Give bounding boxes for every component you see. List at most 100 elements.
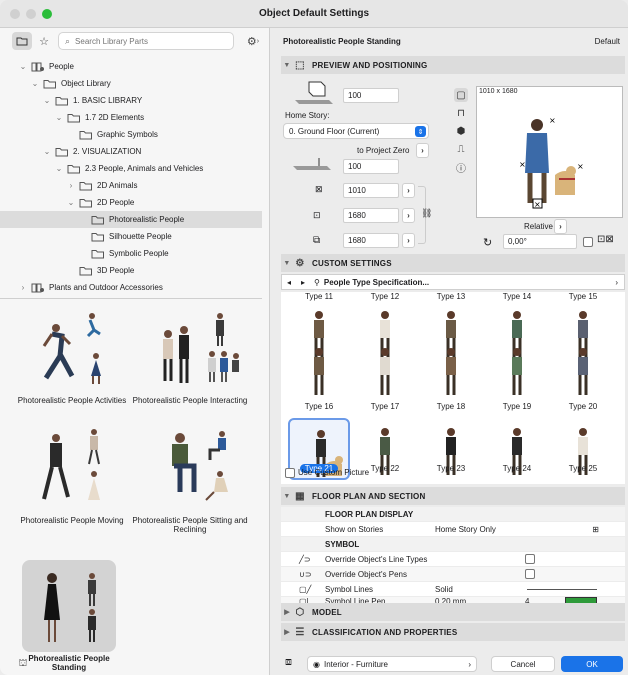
chevron-down-icon[interactable]: ⌄: [54, 113, 64, 122]
mirror-checkbox[interactable]: [583, 237, 593, 247]
tree-item[interactable]: 3D People: [0, 262, 262, 279]
offset-field[interactable]: 100: [343, 159, 399, 174]
relative-button[interactable]: ›: [554, 219, 567, 234]
eye-icon: ◉: [313, 659, 320, 669]
show-on-stories-row[interactable]: Show on Stories Home Story Only ⊞: [281, 522, 625, 536]
section-preview-positioning[interactable]: ▼ ⬚ PREVIEW AND POSITIONING: [281, 56, 625, 74]
tree-item[interactable]: ⌄ People: [0, 58, 262, 75]
chevron-down-icon[interactable]: ⌄: [54, 164, 64, 173]
people-type-cell[interactable]: [353, 348, 417, 400]
height-icon: ⧉: [313, 235, 321, 246]
offset-diagram-icon: [293, 158, 331, 170]
section-floor-plan[interactable]: ▼ ▦ FLOOR PLAN AND SECTION: [281, 487, 625, 505]
home-story-select[interactable]: 0. Ground Floor (Current) ⇕: [283, 123, 429, 139]
custom-settings-icon: ⚙: [295, 257, 305, 269]
tree-item[interactable]: Graphic Symbols: [0, 126, 262, 143]
width-icon: ⊠: [315, 184, 323, 194]
angle-field[interactable]: 0,00°: [503, 234, 577, 249]
load-library-button[interactable]: ⛫: [12, 655, 34, 673]
people-type-cell[interactable]: [485, 348, 549, 400]
view-2d-icon[interactable]: ▢: [454, 88, 468, 102]
chevron-right-icon[interactable]: ›: [18, 283, 28, 292]
view-plan-icon[interactable]: ⊓: [454, 106, 468, 120]
line-types-icon: ╱⊃: [299, 554, 311, 564]
folder-view-button[interactable]: [12, 32, 32, 50]
thumb-activities[interactable]: Photorealistic People Activities: [12, 304, 132, 405]
depth-value: 1680: [348, 211, 366, 220]
type-label: Type 14: [502, 292, 532, 301]
chain-link-icon[interactable]: ⛓: [421, 208, 432, 219]
search-field[interactable]: ⌕: [58, 32, 234, 50]
favorites-button[interactable]: ☆: [36, 32, 52, 50]
library-browser: ☆ ⌕ ⚙› ⌄People⌄Object Library⌄1. BASIC L…: [0, 28, 270, 675]
reference-level-button[interactable]: ›: [416, 143, 429, 158]
depth-arrow-button[interactable]: ›: [402, 208, 415, 223]
use-custom-picture-label: Use Custom Picture: [298, 468, 370, 477]
type-label: Type 25: [551, 464, 615, 473]
section-custom-settings[interactable]: ▼ ⚙ CUSTOM SETTINGS: [281, 254, 625, 272]
stories-icon: ⊞: [592, 524, 599, 534]
tree-item[interactable]: ⌄ 1.7 2D Elements: [0, 109, 262, 126]
tree-item[interactable]: ⌄ 2. VISUALIZATION: [0, 143, 262, 160]
chevron-down-icon[interactable]: ⌄: [30, 79, 40, 88]
section-classification[interactable]: ▶ ☰ CLASSIFICATION AND PROPERTIES: [281, 623, 625, 641]
disclosure-triangle-icon: ▶: [284, 609, 290, 616]
depth-field[interactable]: 1680: [343, 208, 399, 223]
layer-select[interactable]: ◉ Interior - Furniture ›: [307, 656, 477, 672]
override-pens-checkbox[interactable]: [525, 569, 535, 579]
symbol-lines-row[interactable]: ▢╱ Symbol Lines Solid: [281, 582, 625, 596]
tree-item[interactable]: ⌄ 2.3 People, Animals and Vehicles: [0, 160, 262, 177]
chevron-down-icon[interactable]: ⌄: [42, 96, 52, 105]
folder-icon: [79, 130, 93, 140]
page-selector[interactable]: People Type Specification...: [324, 278, 429, 287]
settings-menu-button[interactable]: ⚙ ›: [242, 32, 264, 50]
width-field[interactable]: 1010: [343, 183, 399, 198]
chevron-down-icon[interactable]: ⌄: [66, 198, 76, 207]
tree-item[interactable]: ⌄ Object Library: [0, 75, 262, 92]
view-section-icon[interactable]: ⎍: [454, 142, 468, 156]
tree-item[interactable]: ⌄ 1. BASIC LIBRARY: [0, 92, 262, 109]
disclosure-triangle-icon: ▶: [284, 629, 290, 636]
tree-item[interactable]: Photorealistic People: [0, 211, 262, 228]
chevron-right-icon[interactable]: ›: [615, 278, 618, 287]
height-field[interactable]: 1680: [343, 233, 399, 248]
width-arrow-button[interactable]: ›: [402, 183, 415, 198]
tree-item[interactable]: Symbolic People: [0, 245, 262, 262]
previous-page-icon[interactable]: ◂: [282, 278, 296, 287]
people-type-cell[interactable]: [287, 348, 351, 400]
tree-item[interactable]: ⌄ 2D People: [0, 194, 262, 211]
thumb-moving[interactable]: Photorealistic People Moving: [12, 424, 132, 525]
view-3d-icon[interactable]: ⬢: [454, 124, 468, 138]
tree-item-label: 2D Animals: [97, 181, 138, 190]
chevron-down-icon[interactable]: ⌄: [42, 147, 52, 156]
panel-divider[interactable]: [0, 298, 262, 299]
type-label: Type 16: [287, 402, 351, 411]
height-arrow-button[interactable]: ›: [402, 233, 415, 248]
interacting-image: [140, 304, 240, 394]
people-type-cell[interactable]: [551, 348, 615, 400]
use-custom-picture-checkbox[interactable]: [285, 468, 295, 478]
override-line-types-row[interactable]: ╱⊃ Override Object's Line Types: [281, 552, 625, 566]
tree-item[interactable]: Silhouette People: [0, 228, 262, 245]
ok-button[interactable]: OK: [561, 656, 623, 672]
dialog-window: Object Default Settings ☆ ⌕ ⚙› ⌄People⌄O…: [0, 0, 628, 675]
cancel-button[interactable]: Cancel: [491, 656, 555, 672]
override-pens-row[interactable]: ∪⊃ Override Object's Pens: [281, 567, 625, 581]
next-page-icon[interactable]: ▸: [296, 278, 310, 287]
thumb-sitting[interactable]: Photorealistic People Sitting and Reclin…: [130, 424, 250, 534]
chevron-down-icon[interactable]: ⌄: [18, 62, 28, 71]
chevron-right-icon[interactable]: ›: [66, 181, 76, 190]
library-footer: ⛫: [0, 655, 262, 675]
relative-label: Relative: [524, 222, 553, 231]
info-icon[interactable]: ⓘ: [454, 160, 468, 175]
section-model[interactable]: ▶ ⬡ MODEL: [281, 603, 625, 621]
tree-item[interactable]: › Plants and Outdoor Accessories: [0, 279, 262, 296]
mirror-icon[interactable]: ⊡⊠: [597, 234, 614, 245]
elevation-field[interactable]: 100: [343, 88, 399, 103]
search-input[interactable]: [75, 36, 226, 46]
people-type-cell[interactable]: [419, 348, 483, 400]
rotation-angle-icon: ↻: [483, 237, 493, 249]
override-line-types-checkbox[interactable]: [525, 554, 535, 564]
thumb-interacting[interactable]: Photorealistic People Interacting: [130, 304, 250, 405]
tree-item[interactable]: › 2D Animals: [0, 177, 262, 194]
